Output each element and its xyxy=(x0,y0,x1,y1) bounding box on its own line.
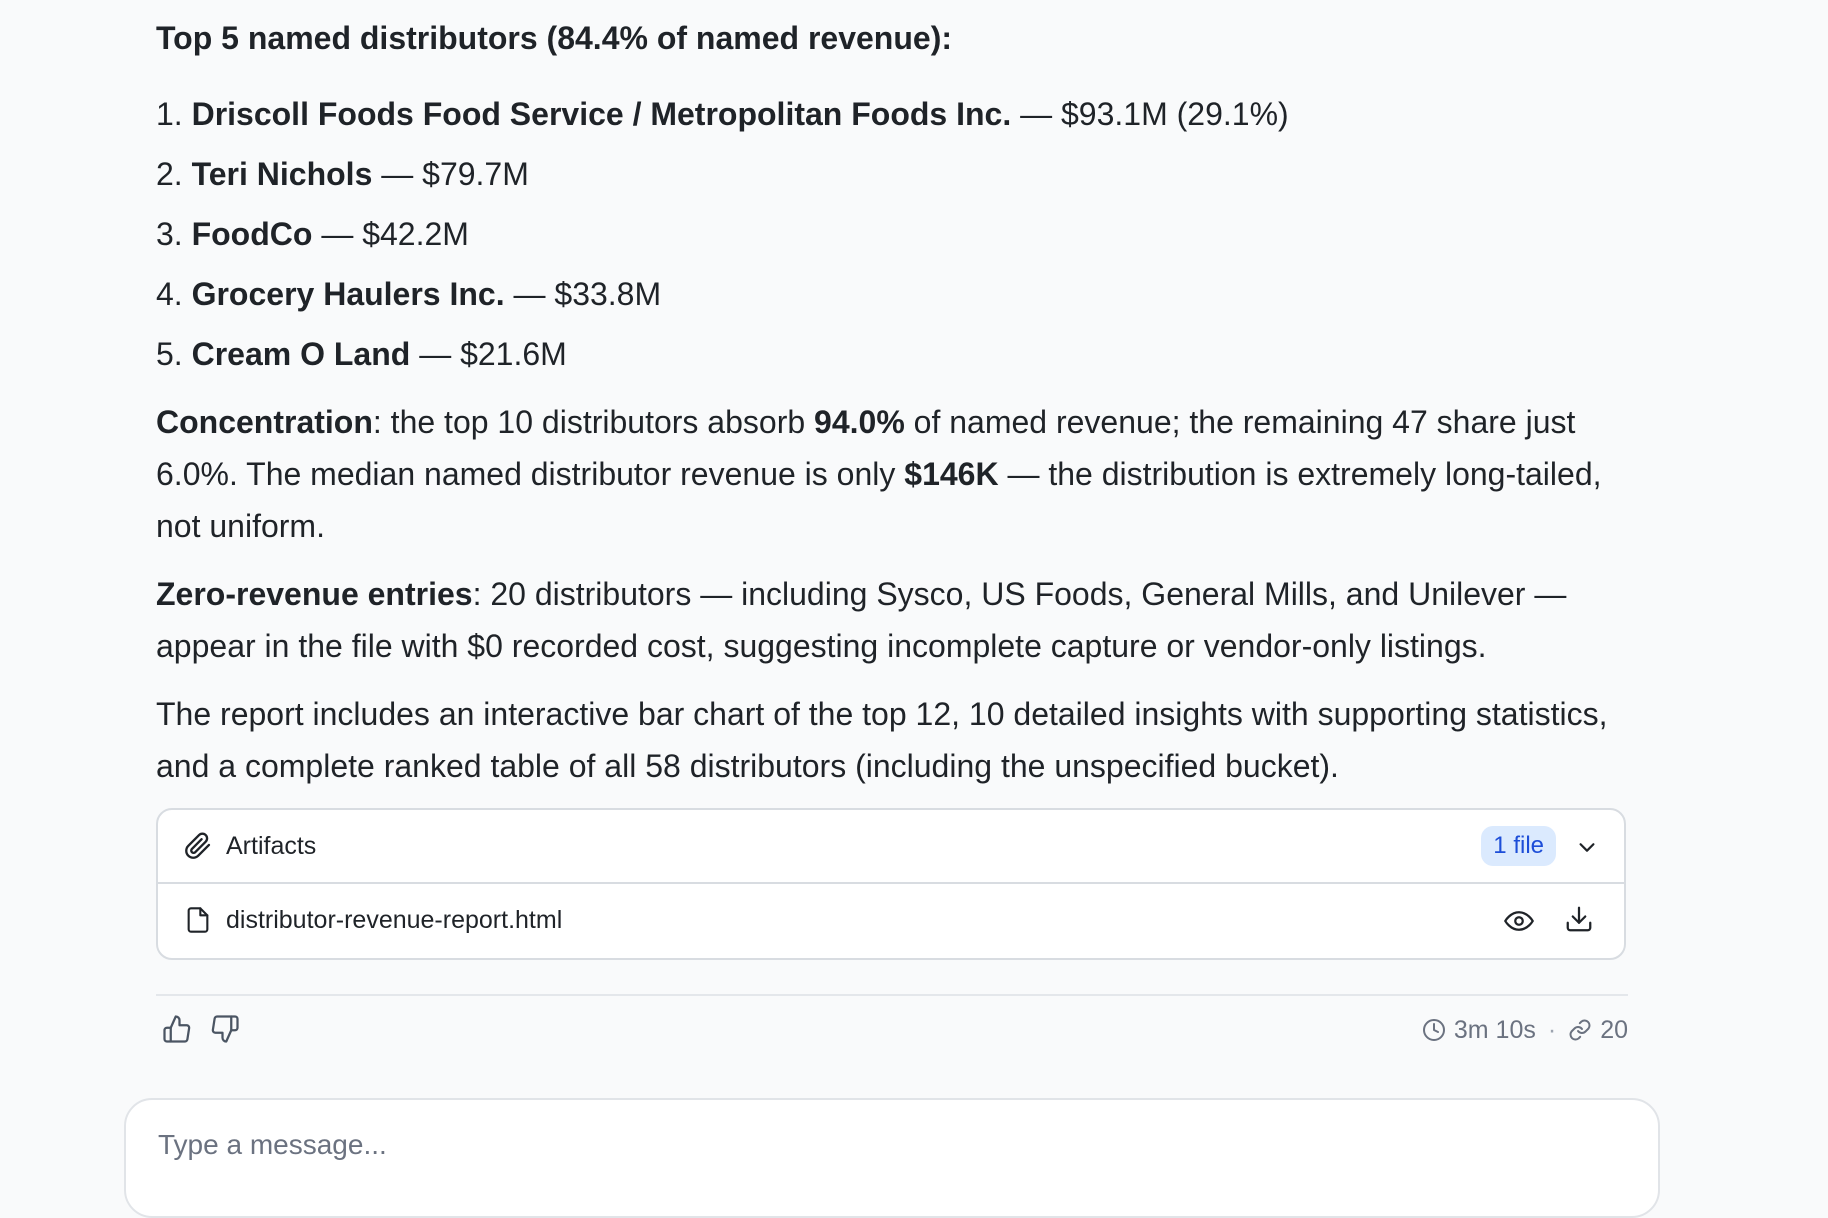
distributor-name: Cream O Land xyxy=(191,336,411,372)
meta-separator: · xyxy=(1547,1016,1557,1044)
distributor-name: Grocery Haulers Inc. xyxy=(191,276,505,312)
concentration-label: Concentration xyxy=(156,404,373,440)
concentration-text: : the top 10 distributors absorb xyxy=(372,404,815,440)
rank-number: 2. xyxy=(156,156,183,192)
download-icon[interactable] xyxy=(1564,904,1594,934)
artifacts-panel: Artifacts 1 file distributor-revenue-rep… xyxy=(156,808,1626,960)
list-item: 1. Driscoll Foods Food Service / Metropo… xyxy=(156,84,1289,144)
concentration-paragraph: Concentration: the top 10 distributors a… xyxy=(156,396,1636,552)
zero-revenue-paragraph: Zero-revenue entries: 20 distributors — … xyxy=(156,568,1636,672)
list-item: 5. Cream O Land — $21.6M xyxy=(156,324,1289,384)
distributor-revenue: — $33.8M xyxy=(504,276,662,312)
concentration-pct: 94.0% xyxy=(814,404,905,440)
paperclip-icon xyxy=(184,832,212,860)
eye-icon[interactable] xyxy=(1504,906,1534,936)
file-count-badge: 1 file xyxy=(1481,826,1556,866)
clock-icon xyxy=(1422,1019,1445,1041)
message-meta: 3m 10s · 20 xyxy=(1422,1012,1628,1048)
median-revenue: $146K xyxy=(904,456,999,492)
distributor-revenue: — $79.7M xyxy=(372,156,529,192)
thumbs-down-icon[interactable] xyxy=(210,1014,240,1044)
artifact-file-row[interactable]: distributor-revenue-report.html xyxy=(158,882,1624,960)
file-icon xyxy=(184,904,212,936)
message-input[interactable] xyxy=(156,1124,1560,1166)
artifacts-title: Artifacts xyxy=(226,832,317,860)
distributor-name: Driscoll Foods Food Service / Metropolit… xyxy=(191,96,1012,132)
report-note: The report includes an interactive bar c… xyxy=(156,696,1608,784)
thumbs-up-icon[interactable] xyxy=(162,1014,192,1044)
chevron-down-icon[interactable] xyxy=(1576,836,1598,858)
rank-number: 4. xyxy=(156,276,183,312)
top5-list: 1. Driscoll Foods Food Service / Metropo… xyxy=(156,84,1289,384)
distributor-revenue: — $42.2M xyxy=(312,216,469,252)
distributor-revenue: — $93.1M (29.1%) xyxy=(1011,96,1289,132)
distributor-name: Teri Nichols xyxy=(191,156,373,192)
list-item: 4. Grocery Haulers Inc. — $33.8M xyxy=(156,264,1289,324)
message-divider xyxy=(156,994,1628,996)
link-icon xyxy=(1569,1019,1591,1041)
message-composer xyxy=(124,1098,1660,1218)
artifacts-header[interactable]: Artifacts 1 file xyxy=(158,810,1624,884)
zero-revenue-label: Zero-revenue entries xyxy=(156,576,473,612)
rank-number: 5. xyxy=(156,336,183,372)
list-item: 3. FoodCo — $42.2M xyxy=(156,204,1289,264)
top5-heading: Top 5 named distributors (84.4% of named… xyxy=(156,20,952,56)
distributor-revenue: — $21.6M xyxy=(410,336,567,372)
artifact-file-name[interactable]: distributor-revenue-report.html xyxy=(226,902,562,938)
rank-number: 1. xyxy=(156,96,183,132)
distributor-name: FoodCo xyxy=(191,216,313,252)
list-item: 2. Teri Nichols — $79.7M xyxy=(156,144,1289,204)
sources-count: 20 xyxy=(1600,1016,1628,1044)
response-duration: 3m 10s xyxy=(1453,1016,1536,1044)
rank-number: 3. xyxy=(156,216,183,252)
